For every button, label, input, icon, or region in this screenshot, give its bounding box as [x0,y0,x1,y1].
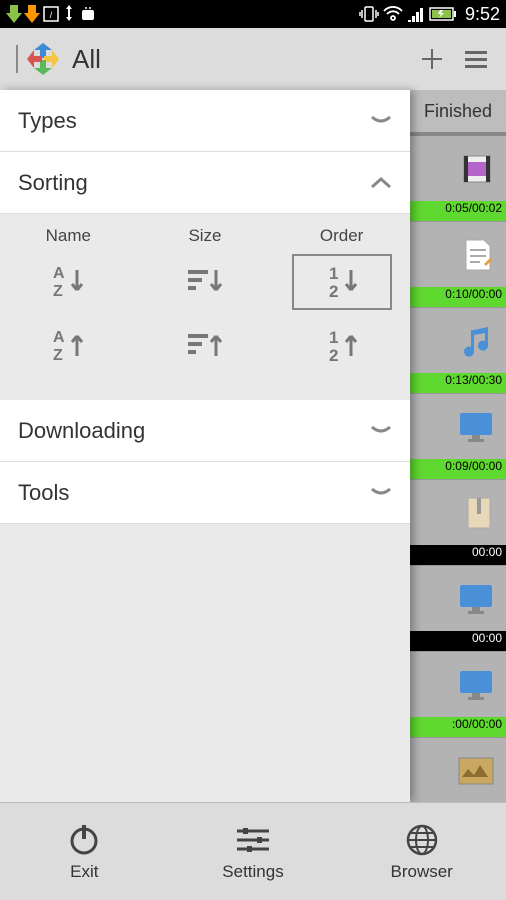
sort-order-desc[interactable]: 12 [292,254,392,310]
time-label: :00/00:00 [410,717,506,737]
app-logo-icon [24,40,62,78]
svg-text:/: / [50,10,53,20]
sort-name-asc[interactable]: AZ [18,318,118,374]
list-item: :00/00:00 [410,738,506,802]
drawer-label: Downloading [18,418,145,444]
nav-label: Exit [70,862,98,882]
drawer-label: Types [18,108,77,134]
list-item: 00:00 [410,480,506,566]
chevron-down-icon [370,115,392,127]
svg-text:Z: Z [53,283,63,300]
sort-size-asc[interactable] [155,318,255,374]
sliders-icon [235,822,271,858]
sort-size-desc[interactable] [155,254,255,310]
filter-drawer: Types Sorting Name Size Order AZ 12 AZ [0,90,410,802]
nav-exit[interactable]: Exit [0,803,169,900]
monitor-icon [458,669,494,701]
chevron-up-icon [370,177,392,189]
battery-icon [429,7,457,21]
chevron-down-icon [370,425,392,437]
sort-header-size: Size [137,226,272,246]
image-icon [458,757,494,785]
nav-label: Settings [222,862,283,882]
svg-text:1: 1 [329,328,338,347]
sorting-panel: Name Size Order AZ 12 AZ 12 [0,214,410,400]
sort-header-name: Name [1,226,136,246]
drawer-row-sorting[interactable]: Sorting [0,152,410,214]
time-label: 0:05/00:02 [410,201,506,221]
download-arrow-icon [24,5,40,23]
drawer-row-tools[interactable]: Tools [0,462,410,524]
time-label: 0:09/00:00 [410,459,506,479]
clock: 9:52 [465,4,500,25]
sort-order-asc[interactable]: 12 [292,318,392,374]
list-item: :00/00:00 [410,652,506,738]
sort-header-order: Order [274,226,409,246]
wifi-icon [383,6,403,22]
dev-icon: / [42,5,60,23]
add-button[interactable] [410,37,454,81]
svg-text:1: 1 [329,264,338,283]
nav-label: Browser [391,862,453,882]
drawer-row-types[interactable]: Types [0,90,410,152]
archive-icon [464,496,494,530]
drawer-label: Sorting [18,170,88,196]
time-label: 0:10/00:00 [410,287,506,307]
svg-text:2: 2 [329,346,338,365]
globe-icon [405,822,439,858]
android-debug-icon [78,6,98,22]
bottom-nav: Exit Settings Browser [0,802,506,900]
svg-text:Z: Z [53,347,63,364]
app-bar: All [0,28,506,90]
nav-settings[interactable]: Settings [169,803,338,900]
time-label: 00:00 [410,545,506,565]
signal-icon [407,6,425,22]
time-label: 00:00 [410,631,506,651]
power-icon [67,822,101,858]
menu-button[interactable] [454,37,498,81]
monitor-icon [458,411,494,443]
sort-name-desc[interactable]: AZ [18,254,118,310]
nav-browser[interactable]: Browser [337,803,506,900]
drawer-label: Tools [18,480,69,506]
list-item: 0:09/00:00 [410,394,506,480]
drawer-row-downloading[interactable]: Downloading [0,400,410,462]
list-item: 0:13/00:30 [410,308,506,394]
time-label: 0:13/00:30 [410,373,506,393]
svg-text:2: 2 [329,282,338,301]
usb-icon [62,5,76,23]
list-item: 00:00 [410,566,506,652]
svg-text:A: A [53,329,65,346]
tab-finished[interactable]: Finished [410,90,506,136]
monitor-icon [458,583,494,615]
music-icon [462,324,494,358]
drawer-edge-indicator[interactable] [8,45,18,73]
list-item: 0:05/00:02 [410,136,506,222]
chevron-down-icon [370,487,392,499]
vibrate-icon [359,5,379,23]
download-arrow-icon [6,5,22,23]
list-item: 0:10/00:00 [410,222,506,308]
document-icon [462,238,494,272]
status-bar: / 9:52 [0,0,506,28]
svg-text:A: A [53,265,65,282]
background-list: Finished 0:05/00:02 0:10/00:00 0:13/00:3… [410,90,506,802]
video-icon [460,152,494,186]
page-title: All [72,44,410,75]
